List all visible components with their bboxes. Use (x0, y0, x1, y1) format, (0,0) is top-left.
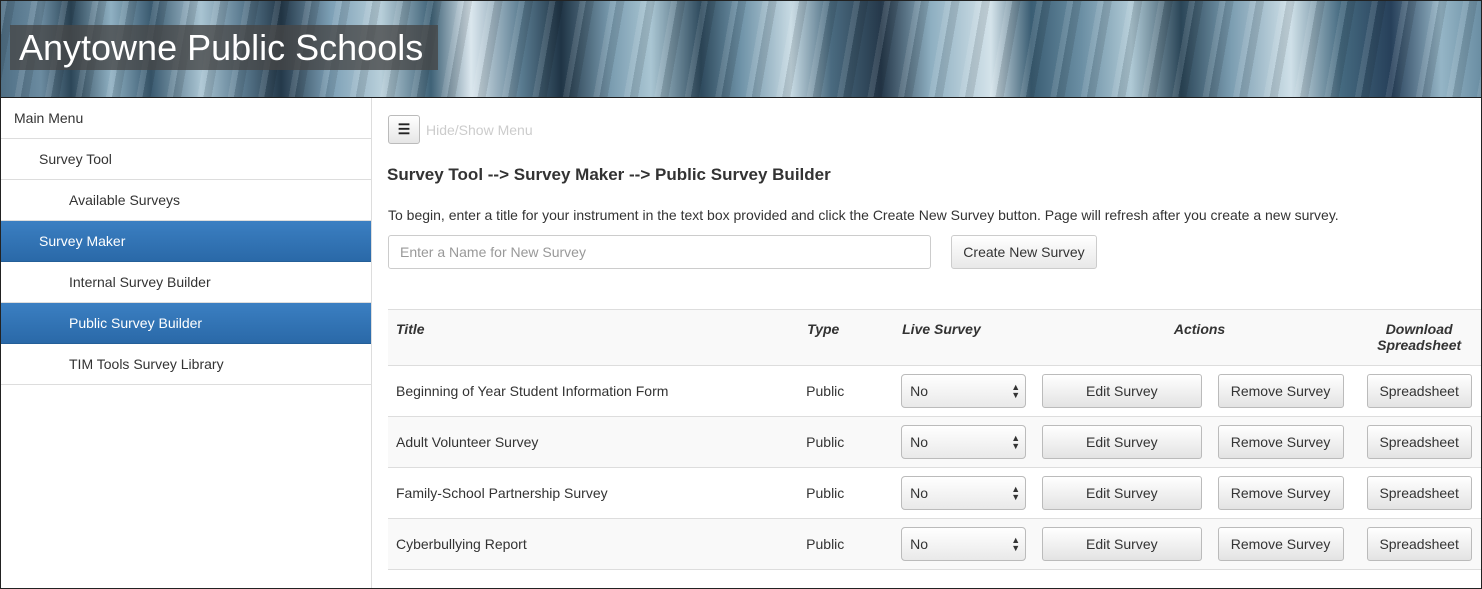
sidebar-item-survey-maker[interactable]: Survey Maker (1, 221, 371, 262)
select-arrows-icon: ▲ ▼ (1011, 382, 1021, 400)
table-row: Family-School Partnership Survey Public … (388, 467, 1481, 519)
download-cell: Spreadsheet (1357, 467, 1481, 519)
column-header-live-survey: Live Survey (901, 309, 1042, 366)
live-survey-select[interactable]: No ▲ ▼ (901, 527, 1027, 561)
spreadsheet-button[interactable]: Spreadsheet (1366, 527, 1472, 561)
sidebar-item-internal-survey-builder[interactable]: Internal Survey Builder (1, 262, 371, 303)
edit-cell: Edit Survey (1041, 416, 1218, 468)
table-header-row: Title Type Live Survey Actions Download … (388, 309, 1481, 366)
download-cell: Spreadsheet (1357, 416, 1481, 468)
download-cell: Spreadsheet (1357, 518, 1481, 570)
survey-title-cell: Family-School Partnership Survey (388, 467, 807, 519)
download-cell: Spreadsheet (1357, 365, 1481, 417)
live-survey-cell: No ▲ ▼ (901, 518, 1042, 570)
header-banner: Anytowne Public Schools (1, 1, 1481, 98)
spreadsheet-button[interactable]: Spreadsheet (1366, 425, 1472, 459)
survey-type-cell: Public (806, 416, 902, 468)
sidebar-item-tim-tools-survey-library[interactable]: TIM Tools Survey Library (1, 344, 371, 385)
survey-type-cell: Public (806, 467, 902, 519)
live-survey-value: No (910, 434, 929, 450)
live-survey-value: No (910, 383, 929, 399)
column-header-type: Type (806, 309, 902, 366)
sidebar-item-survey-tool[interactable]: Survey Tool (1, 139, 371, 180)
live-survey-value: No (910, 536, 929, 552)
select-arrows-icon: ▲ ▼ (1011, 535, 1021, 553)
page-title: Survey Tool --> Survey Maker --> Public … (387, 165, 831, 184)
survey-title-cell: Beginning of Year Student Information Fo… (388, 365, 807, 417)
download-header-line1: Download (1385, 321, 1453, 337)
remove-cell: Remove Survey (1217, 518, 1358, 570)
table-row: Adult Volunteer Survey Public No ▲ ▼ Edit… (388, 416, 1481, 468)
download-header-line2: Spreadsheet (1377, 337, 1462, 353)
survey-type-cell: Public (806, 518, 902, 570)
select-arrows-icon: ▲ ▼ (1011, 484, 1021, 502)
main-content: ☰ Hide/Show Menu Survey Tool --> Survey … (372, 98, 1481, 588)
edit-cell: Edit Survey (1041, 467, 1218, 519)
spreadsheet-button[interactable]: Spreadsheet (1366, 374, 1472, 408)
remove-survey-button[interactable]: Remove Survey (1217, 425, 1344, 459)
survey-type-cell: Public (806, 365, 902, 417)
live-survey-value: No (910, 485, 929, 501)
remove-cell: Remove Survey (1217, 365, 1358, 417)
sidebar-item-available-surveys[interactable]: Available Surveys (1, 180, 371, 221)
column-header-actions: Actions (1041, 309, 1358, 366)
sidebar: Main Menu Survey Tool Available Surveys … (1, 98, 372, 588)
column-header-download: Download Spreadsheet (1357, 309, 1481, 366)
live-survey-select[interactable]: No ▲ ▼ (901, 425, 1027, 459)
select-arrows-icon: ▲ ▼ (1011, 433, 1021, 451)
edit-cell: Edit Survey (1041, 518, 1218, 570)
edit-survey-button[interactable]: Edit Survey (1041, 476, 1202, 510)
table-row: Cyberbullying Report Public No ▲ ▼ Edit S… (388, 518, 1481, 570)
edit-survey-button[interactable]: Edit Survey (1041, 527, 1202, 561)
app-frame: Anytowne Public Schools Main Menu Survey… (0, 0, 1482, 589)
remove-cell: Remove Survey (1217, 467, 1358, 519)
hide-show-menu-button[interactable]: ☰ (388, 115, 420, 144)
new-survey-name-input[interactable] (388, 235, 931, 269)
hide-show-menu-label[interactable]: Hide/Show Menu (426, 122, 533, 138)
survey-title-cell: Cyberbullying Report (388, 518, 807, 570)
remove-survey-button[interactable]: Remove Survey (1217, 476, 1344, 510)
remove-cell: Remove Survey (1217, 416, 1358, 468)
edit-cell: Edit Survey (1041, 365, 1218, 417)
hamburger-icon: ☰ (397, 121, 411, 137)
table-row: Beginning of Year Student Information Fo… (388, 365, 1481, 417)
remove-survey-button[interactable]: Remove Survey (1217, 527, 1344, 561)
survey-title-cell: Adult Volunteer Survey (388, 416, 807, 468)
edit-survey-button[interactable]: Edit Survey (1041, 425, 1202, 459)
live-survey-cell: No ▲ ▼ (901, 416, 1042, 468)
column-header-title: Title (388, 309, 807, 366)
spreadsheet-button[interactable]: Spreadsheet (1366, 476, 1472, 510)
edit-survey-button[interactable]: Edit Survey (1041, 374, 1202, 408)
live-survey-select[interactable]: No ▲ ▼ (901, 476, 1027, 510)
instructions-text: To begin, enter a title for your instrum… (388, 207, 1339, 223)
sidebar-item-main-menu[interactable]: Main Menu (1, 98, 371, 139)
create-new-survey-button[interactable]: Create New Survey (951, 235, 1097, 269)
survey-table: Title Type Live Survey Actions Download … (388, 309, 1481, 570)
sidebar-item-public-survey-builder[interactable]: Public Survey Builder (1, 303, 371, 344)
site-title: Anytowne Public Schools (10, 25, 438, 70)
live-survey-select[interactable]: No ▲ ▼ (901, 374, 1027, 408)
live-survey-cell: No ▲ ▼ (901, 365, 1042, 417)
live-survey-cell: No ▲ ▼ (901, 467, 1042, 519)
remove-survey-button[interactable]: Remove Survey (1217, 374, 1344, 408)
